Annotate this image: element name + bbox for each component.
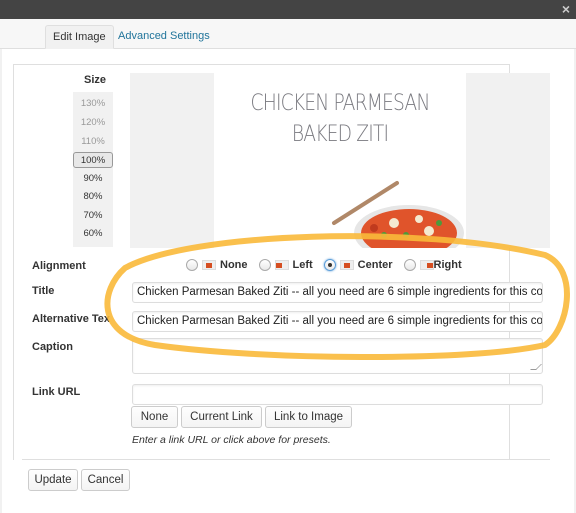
align-right-label: Right bbox=[433, 259, 462, 271]
align-option-right[interactable]: Right bbox=[403, 259, 462, 271]
footer-divider bbox=[22, 459, 550, 460]
caption-textarea[interactable] bbox=[132, 338, 543, 374]
align-right-radio[interactable] bbox=[403, 259, 416, 271]
align-center-radio[interactable] bbox=[323, 259, 336, 271]
link-url-label: Link URL bbox=[32, 386, 81, 398]
align-none-radio[interactable] bbox=[186, 259, 198, 271]
align-none-label: None bbox=[220, 259, 248, 271]
link-url-input[interactable] bbox=[132, 384, 543, 405]
link-none-button[interactable]: None bbox=[131, 406, 178, 428]
size-option-130[interactable]: 130% bbox=[73, 96, 113, 112]
size-option-90[interactable]: 90% bbox=[73, 171, 113, 187]
align-left-radio[interactable] bbox=[258, 259, 271, 271]
preview-image: CHICKEN PARMESAN BAKED ZITI bbox=[214, 73, 466, 248]
alignment-options: None Left Center Right bbox=[186, 257, 473, 273]
size-label: Size bbox=[84, 74, 107, 86]
tab-edit-image[interactable]: Edit Image bbox=[45, 25, 114, 49]
modal-titlebar: × bbox=[0, 0, 576, 19]
size-option-70[interactable]: 70% bbox=[73, 208, 113, 224]
link-url-hint: Enter a link URL or click above for pres… bbox=[132, 434, 331, 446]
size-list: 130% 120% 110% 100% 90% 80% 70% 60% bbox=[73, 92, 113, 247]
align-option-center[interactable]: Center bbox=[323, 259, 393, 271]
size-option-60[interactable]: 60% bbox=[73, 226, 113, 242]
tab-advanced-settings[interactable]: Advanced Settings bbox=[111, 25, 217, 49]
title-input[interactable]: Chicken Parmesan Baked Ziti -- all you n… bbox=[132, 282, 543, 303]
size-option-120[interactable]: 120% bbox=[73, 115, 113, 131]
link-to-image-button[interactable]: Link to Image bbox=[265, 406, 352, 428]
align-center-label: Center bbox=[357, 259, 393, 271]
alt-text-input[interactable]: Chicken Parmesan Baked Ziti -- all you n… bbox=[132, 311, 543, 332]
update-button[interactable]: Update bbox=[28, 469, 78, 491]
alignment-label: Alignment bbox=[32, 260, 86, 272]
tab-bar: Edit Image Advanced Settings bbox=[0, 19, 576, 49]
align-option-left[interactable]: Left bbox=[258, 259, 313, 271]
alt-text-label: Alternative Tex bbox=[32, 313, 111, 325]
align-right-icon bbox=[419, 260, 434, 270]
size-option-100[interactable]: 100% bbox=[73, 152, 113, 168]
link-current-button[interactable]: Current Link bbox=[181, 406, 262, 428]
align-option-none[interactable]: None bbox=[186, 259, 248, 271]
align-center-icon bbox=[339, 260, 354, 270]
caption-label: Caption bbox=[32, 341, 73, 353]
cancel-button[interactable]: Cancel bbox=[81, 469, 130, 491]
size-option-110[interactable]: 110% bbox=[73, 134, 113, 150]
align-none-icon bbox=[202, 260, 216, 270]
align-left-label: Left bbox=[292, 259, 313, 271]
align-left-icon bbox=[274, 260, 289, 270]
close-icon[interactable]: × bbox=[562, 2, 570, 16]
title-label: Title bbox=[32, 285, 55, 297]
image-preview: CHICKEN PARMESAN BAKED ZITI bbox=[130, 73, 550, 248]
pasta-bowl-graphic bbox=[332, 181, 464, 248]
size-option-80[interactable]: 80% bbox=[73, 189, 113, 205]
